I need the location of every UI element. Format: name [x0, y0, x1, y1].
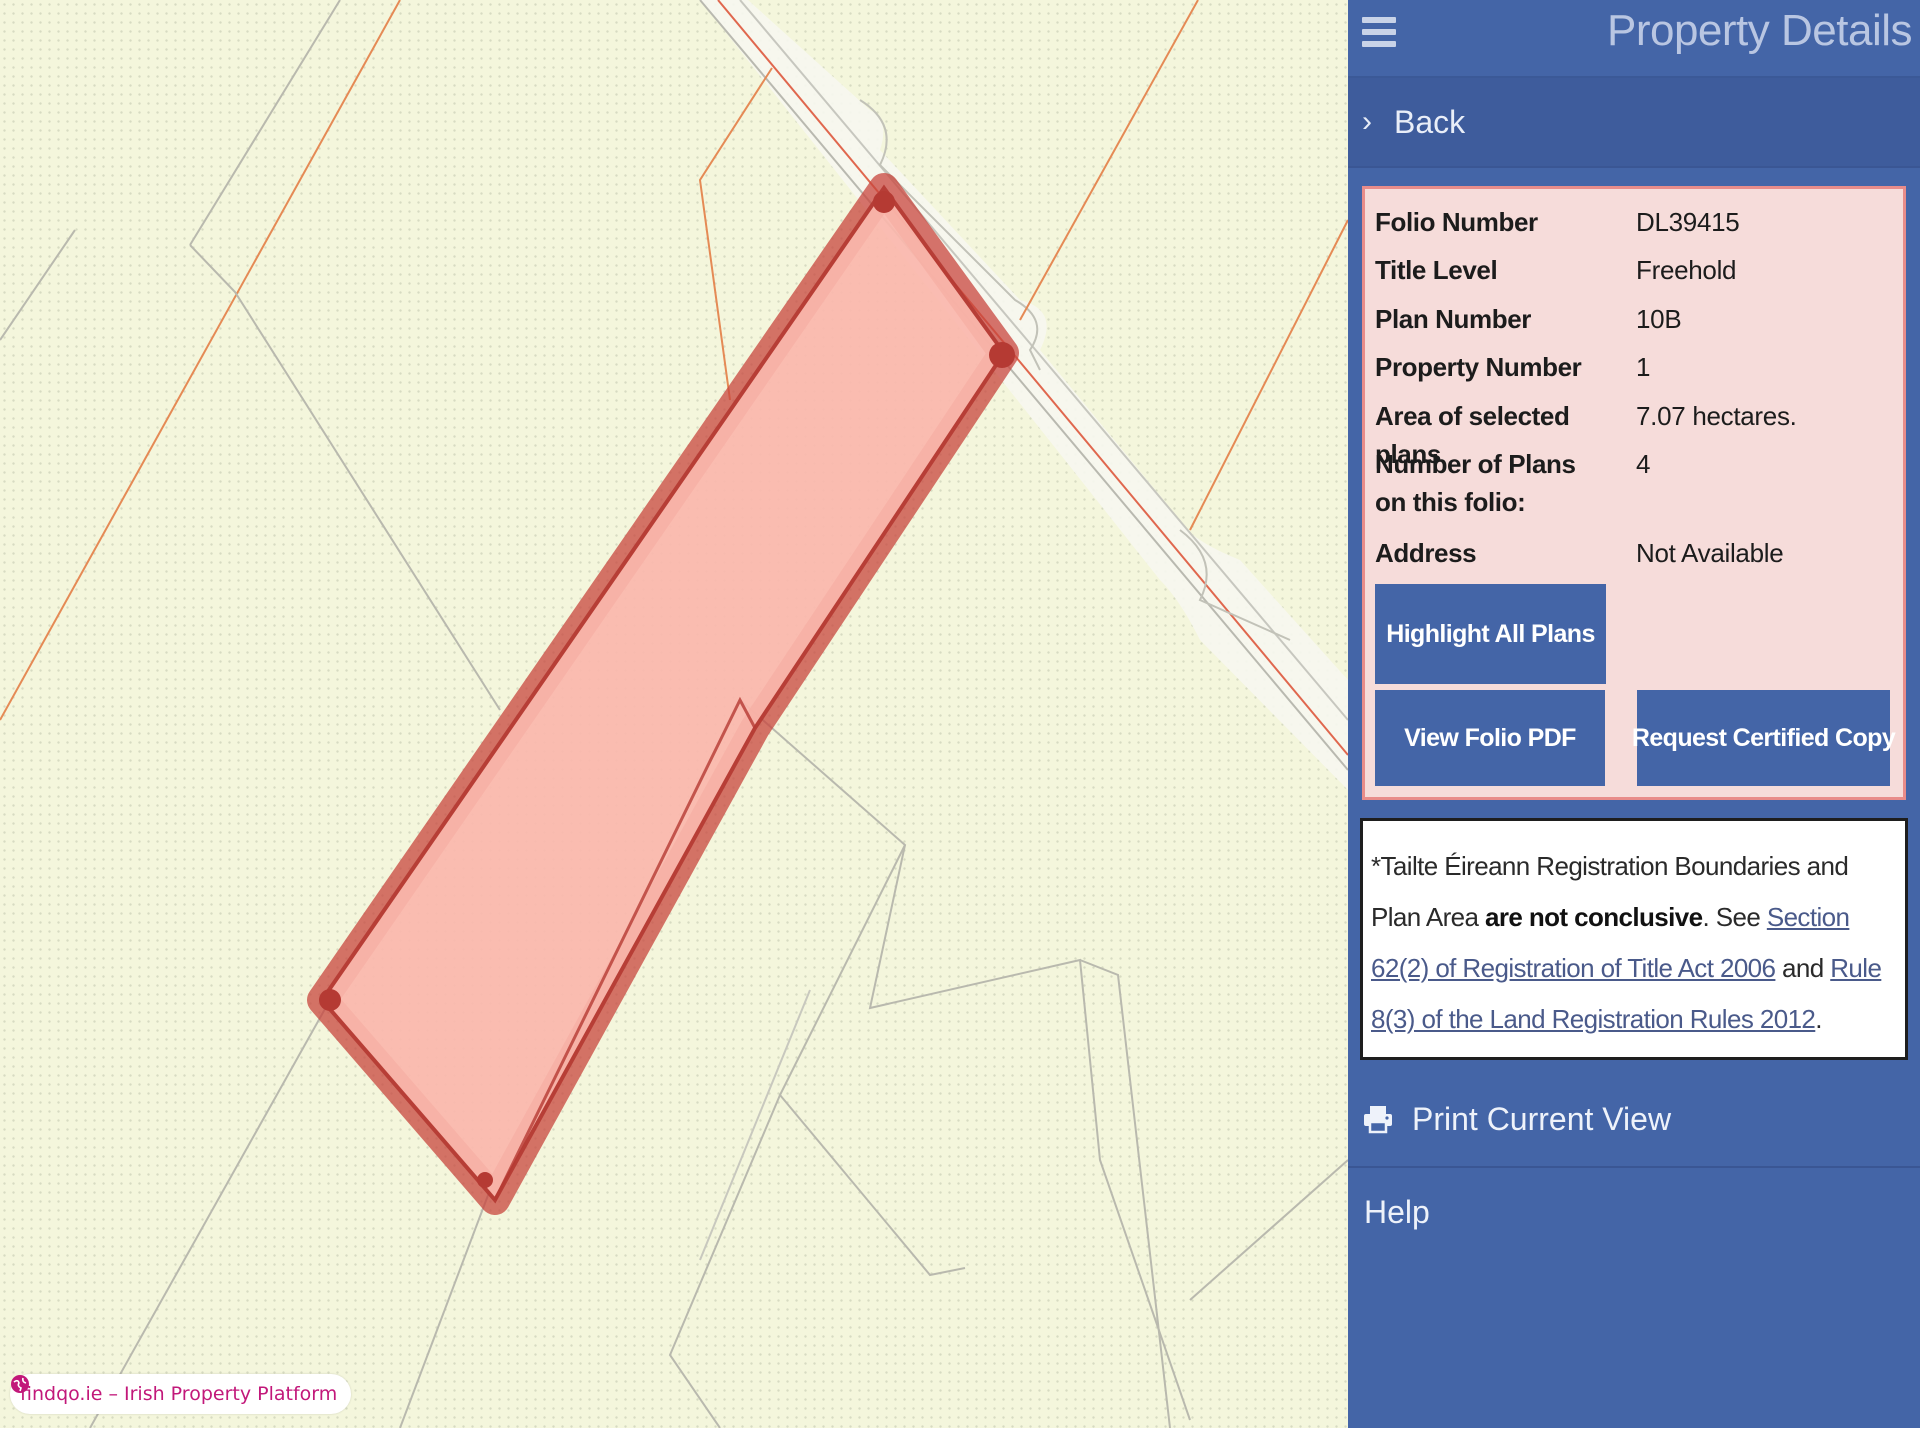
parcel-vertex[interactable] — [477, 1172, 493, 1188]
field-line — [0, 229, 76, 341]
printer-icon — [1364, 1106, 1392, 1134]
field-line — [1189, 1159, 1348, 1301]
back-label: Back — [1394, 103, 1466, 140]
detail-value: 4 — [1636, 449, 1651, 479]
parcel-vertex[interactable] — [319, 989, 341, 1011]
field-line — [739, 699, 1191, 1421]
highlight-all-plans-button[interactable]: Highlight All Plans — [1375, 584, 1606, 684]
field-line — [89, 999, 331, 1428]
field-line — [668, 1094, 781, 1428]
chevron-right-icon: › — [1362, 105, 1372, 138]
panel-header: Property Details — [1348, 0, 1920, 78]
field-line — [778, 844, 966, 1277]
field-line — [189, 244, 501, 711]
parcel-vertex[interactable] — [873, 191, 895, 213]
detail-value: 1 — [1636, 352, 1651, 382]
selected-parcel[interactable] — [319, 184, 1007, 1204]
boundary-line — [0, 0, 401, 721]
detail-key: Address — [1375, 538, 1477, 568]
detail-value: 7.07 hectares. — [1636, 401, 1797, 431]
help-label: Help — [1364, 1193, 1430, 1230]
bottom-strip — [0, 1428, 1920, 1440]
property-details-panel: Property Details › Back Folio Number DL3… — [1348, 0, 1920, 1428]
field-line — [399, 1189, 491, 1428]
boundary-line — [1019, 0, 1199, 321]
hamburger-icon[interactable] — [1362, 15, 1396, 49]
field-line — [189, 0, 341, 246]
detail-value: Not Available — [1636, 538, 1784, 568]
folio-details-box: Folio Number DL39415 Title Level Freehol… — [1362, 186, 1906, 800]
map-view[interactable]: findqo.ie – Irish Property Platform — [0, 0, 1348, 1428]
detail-key: Property Number — [1375, 352, 1582, 382]
detail-key: Plan Number — [1375, 304, 1531, 334]
notice-end: . — [1815, 1004, 1822, 1034]
field-line — [699, 989, 811, 1261]
notice-and: and — [1775, 953, 1831, 983]
globe-icon — [11, 1375, 29, 1393]
detail-key: Folio Number — [1375, 207, 1538, 237]
detail-key: Number of Plans on this folio: — [1375, 449, 1576, 517]
detail-key: Title Level — [1375, 255, 1498, 285]
view-folio-pdf-button[interactable]: View Folio PDF — [1375, 690, 1605, 786]
watermark-badge: findqo.ie – Irish Property Platform — [10, 1374, 352, 1414]
detail-value: DL39415 — [1636, 207, 1740, 237]
print-current-view-button[interactable]: Print Current View — [1348, 1072, 1920, 1168]
back-button[interactable]: › Back — [1348, 78, 1920, 168]
watermark-text: findqo.ie – Irish Property Platform — [20, 1383, 338, 1405]
boundary-line — [1189, 219, 1348, 531]
detail-value: Freehold — [1636, 255, 1737, 285]
parcel-vertex[interactable] — [989, 342, 1015, 368]
detail-value: 10B — [1636, 304, 1682, 334]
panel-title: Property Details — [1606, 6, 1913, 55]
map-canvas[interactable] — [0, 0, 1348, 1428]
print-label: Print Current View — [1412, 1100, 1672, 1137]
request-certified-copy-button[interactable]: Request Certified Copy — [1632, 690, 1896, 786]
notice-bold: are not conclusive — [1484, 902, 1703, 932]
field-line — [1079, 959, 1171, 1428]
notice-see: . See — [1702, 902, 1767, 932]
disclaimer-notice: *Tailte Éireann Registration Boundaries … — [1360, 818, 1908, 1060]
help-button[interactable]: Help — [1348, 1168, 1920, 1256]
